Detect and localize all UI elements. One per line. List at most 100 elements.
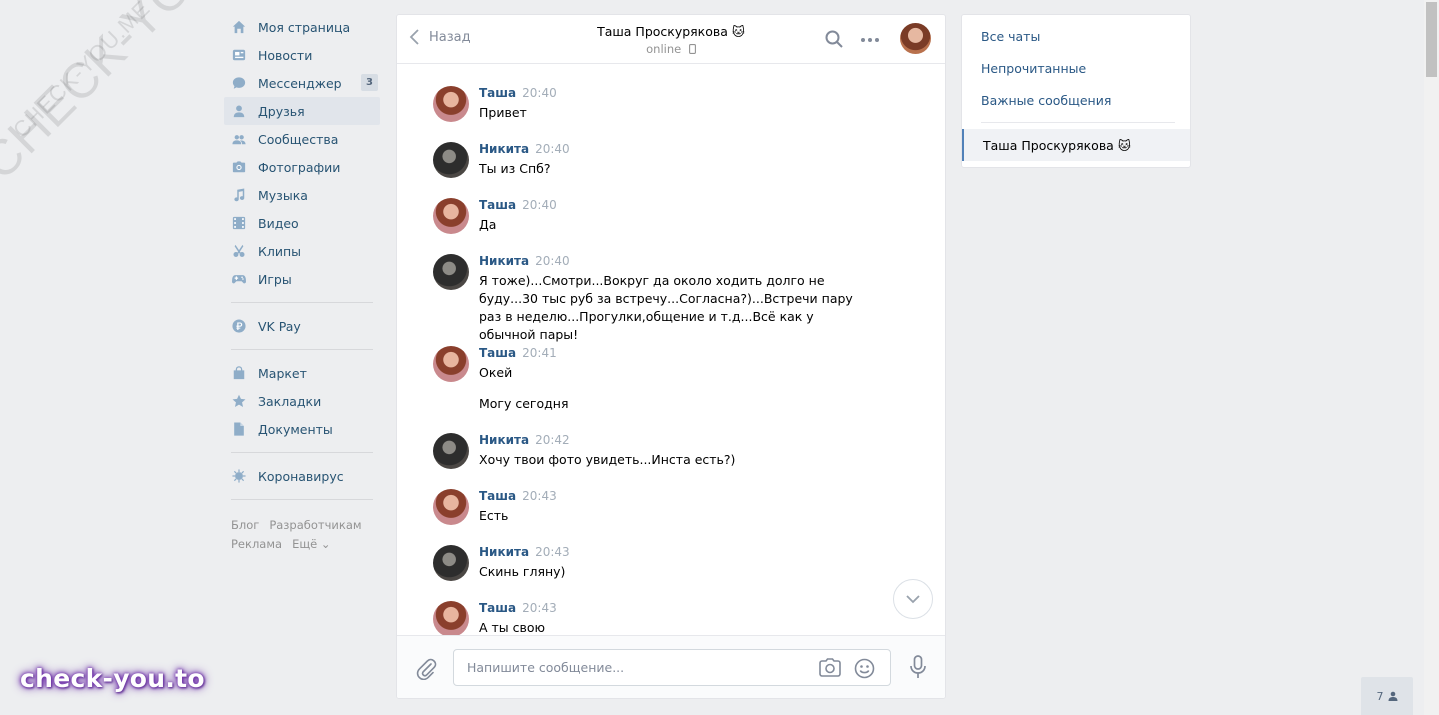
author-name[interactable]: Таша [479,86,516,100]
message-input[interactable] [454,650,794,685]
nav-item-vk-pay[interactable]: VK Pay [224,312,380,340]
nav-item-music[interactable]: Музыка [224,181,380,209]
message-text: Привет [479,105,527,120]
scroll-down-button[interactable] [893,579,933,619]
message-time: 20:42 [535,433,570,447]
chat-header: Назад Таша Проскурякова 🐱 online [397,15,945,64]
filter-unread[interactable]: Непрочитанные [962,52,1190,84]
filter-all-chats[interactable]: Все чаты [962,20,1190,52]
online-count: 7 [1376,689,1384,703]
nav-item-video[interactable]: Видео [224,209,380,237]
market-icon [233,366,245,380]
avatar[interactable] [433,254,469,290]
message-meta: Таша 20:40 [479,86,557,100]
avatar[interactable] [433,198,469,234]
peer-status: online [397,42,945,56]
avatar[interactable] [433,601,469,635]
message-text: Могу сегодня [479,396,569,411]
clips-icon [233,244,245,257]
virus-icon [232,469,246,483]
online-friends-widget[interactable]: 7 [1361,677,1413,715]
message-meta: Таша 20:43 [479,601,557,615]
nav-item-market[interactable]: Маркет [224,359,380,387]
active-chat-item[interactable]: Таша Проскурякова 🐱 [962,129,1190,161]
search-icon[interactable] [824,29,844,49]
avatar[interactable] [433,433,469,469]
message-meta: Таша 20:41 [479,346,557,360]
nav-item-my-page[interactable]: Моя страница [224,13,380,41]
footer-link-developers[interactable]: Разработчикам [269,518,361,532]
author-name[interactable]: Таша [479,346,516,360]
message-time: 20:41 [522,346,557,360]
author-name[interactable]: Таша [479,198,516,212]
chat-panel: Назад Таша Проскурякова 🐱 online Таша 20:… [396,14,946,699]
nav-item-bookmarks[interactable]: Закладки [224,387,380,415]
page-scrollbar[interactable] [1424,0,1439,715]
nav-footer: Блог Разработчикам Реклама Ещё ⌄ [224,516,380,554]
nav-item-groups[interactable]: Сообщества [224,125,380,153]
attach-icon[interactable] [415,656,437,680]
nav-item-photos[interactable]: Фотографии [224,153,380,181]
message-input-box [453,649,891,686]
avatar[interactable] [433,142,469,178]
nav-item-news[interactable]: Новости [224,41,380,69]
nav-divider [231,452,373,453]
message-text: А ты свою [479,620,546,635]
nav-item-coronavirus[interactable]: Коронавирус [224,462,380,490]
avatar[interactable] [433,86,469,122]
friends-icon [233,105,245,118]
nav-label: VK Pay [258,318,301,334]
nav-item-messenger[interactable]: Мессенджер 3 [224,69,380,97]
groups-icon [232,135,246,145]
footer-link-more[interactable]: Ещё ⌄ [292,537,330,551]
scrollbar-thumb[interactable] [1426,2,1437,77]
author-name[interactable]: Никита [479,254,529,268]
author-name[interactable]: Никита [479,433,529,447]
message-time: 20:43 [522,489,557,503]
avatar[interactable] [433,489,469,525]
nav-label: Видео [258,215,299,231]
star-icon [232,394,246,407]
avatar[interactable] [433,346,469,382]
nav-label: Фотографии [258,159,341,175]
message-meta: Никита 20:42 [479,433,570,447]
emoji-icon[interactable] [854,658,875,679]
chat-filters-panel: Все чаты Непрочитанные Важные сообщения … [961,14,1191,168]
message-text: Скинь гляну) [479,564,566,579]
microphone-icon[interactable] [909,655,927,679]
author-name[interactable]: Никита [479,545,529,559]
message-text: Хочу твои фото увидеть...Инста есть?) [479,452,736,467]
author-name[interactable]: Никита [479,142,529,156]
nav-label: Документы [258,421,333,437]
nav-label: Клипы [258,243,302,259]
watermark: CHECK-YOU.ME [0,0,294,191]
filter-important[interactable]: Важные сообщения [962,84,1190,116]
nav-label: Коронавирус [258,468,344,484]
message-text: Я тоже)...Смотри...Вокруг да около ходит… [479,273,853,342]
filters-divider [981,122,1175,123]
footer-link-blog[interactable]: Блог [231,518,259,532]
nav-label: Мессенджер [258,75,342,91]
more-icon[interactable] [860,37,880,43]
message-time: 20:40 [535,142,570,156]
author-name[interactable]: Таша [479,601,516,615]
message-list: Таша 20:40 Привет Никита 20:40 Ты из Спб? … [397,65,945,635]
author-name[interactable]: Таша [479,489,516,503]
document-icon [234,422,244,436]
gamepad-icon [232,275,246,284]
brand-watermark: check-you.to [20,664,205,693]
message-meta: Таша 20:43 [479,489,557,503]
nav-item-friends[interactable]: Друзья [224,97,380,125]
nav-divider [231,499,373,500]
footer-link-ads[interactable]: Реклама [231,537,282,551]
nav-label: Сообщества [258,131,339,147]
nav-item-documents[interactable]: Документы [224,415,380,443]
nav-label: Маркет [258,365,307,381]
camera-icon[interactable] [819,658,841,678]
nav-label: Закладки [258,393,322,409]
nav-item-clips[interactable]: Клипы [224,237,380,265]
nav-item-games[interactable]: Игры [224,265,380,293]
avatar[interactable] [433,545,469,581]
peer-avatar[interactable] [900,23,931,54]
person-icon [1388,691,1397,701]
